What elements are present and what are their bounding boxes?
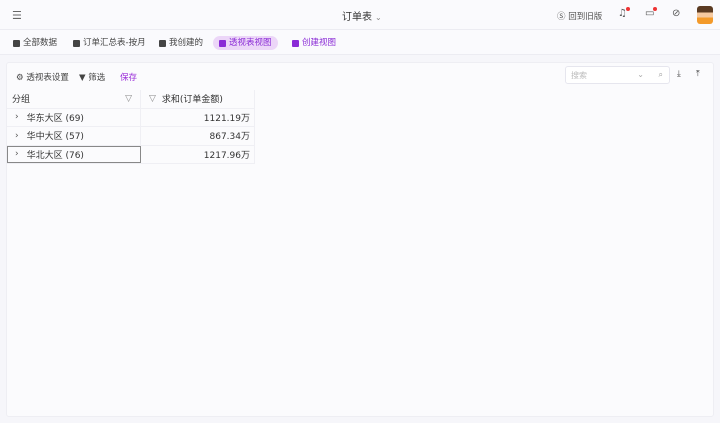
group-cell: › 华北大区 (76) bbox=[7, 145, 141, 163]
chevron-right-icon[interactable]: › bbox=[15, 131, 19, 141]
gear-icon: ⚙ bbox=[16, 73, 24, 83]
save-button[interactable]: 保存 bbox=[120, 71, 137, 83]
grid-icon bbox=[13, 39, 20, 47]
tab-label: 订单汇总表-按月 bbox=[83, 38, 146, 48]
table-row[interactable]: › 华北大区 (76) 1217.96万 bbox=[7, 145, 255, 164]
search-input[interactable]: 搜索 ⌄ ⌕ bbox=[565, 66, 670, 84]
list-icon bbox=[159, 39, 166, 47]
pivot-panel: ⚙ 透视表设置 ▼ 筛选 保存 搜索 ⌄ ⌕ ⤓ ⤒ 分组 ▽ ▽ 求和(订单金额) ›… bbox=[6, 62, 714, 417]
pivot-icon bbox=[219, 39, 226, 47]
pivot-table: 分组 ▽ ▽ 求和(订单金额) › 华东大区 (69) 1121.19万 › 华中大区 … bbox=[7, 90, 255, 164]
plus-icon bbox=[292, 39, 299, 47]
group-label: 华北大区 (76) bbox=[26, 150, 84, 161]
table-header: 分组 ▽ ▽ 求和(订单金额) bbox=[7, 90, 255, 109]
chevron-down-icon: ⌄ bbox=[375, 13, 382, 22]
menu-icon[interactable]: ☰ bbox=[12, 9, 22, 22]
tab-label: 透视表视图 bbox=[229, 38, 272, 48]
tab-monthly-summary[interactable]: 订单汇总表-按月 bbox=[73, 36, 146, 50]
bell-icon[interactable]: ♫ bbox=[618, 7, 630, 19]
download-icon[interactable]: ⤓ bbox=[677, 69, 681, 79]
avatar[interactable] bbox=[697, 6, 713, 24]
chevron-right-icon[interactable]: › bbox=[15, 112, 19, 122]
tab-label: 创建视图 bbox=[302, 38, 337, 48]
filter-icon: ▼ bbox=[79, 73, 86, 83]
value-cell: 1121.19万 bbox=[141, 108, 255, 126]
top-bar: ☰ 订单表 ⌄ Ⓢ 回到旧版 ♫ ▭ ⊘ bbox=[0, 0, 720, 30]
group-cell: › 华东大区 (69) bbox=[7, 108, 141, 126]
group-label: 华东大区 (69) bbox=[26, 113, 84, 124]
filter-icon[interactable]: ▽ bbox=[125, 94, 132, 104]
tab-all-data[interactable]: 全部数据 bbox=[13, 36, 57, 50]
back-old-version-button[interactable]: Ⓢ 回到旧版 bbox=[557, 10, 602, 22]
filter-button[interactable]: ▼ 筛选 bbox=[79, 71, 105, 83]
group-header: 分组 ▽ bbox=[7, 90, 141, 108]
table-row[interactable]: › 华东大区 (69) 1121.19万 bbox=[7, 108, 255, 127]
settings-label: 透视表设置 bbox=[26, 73, 69, 83]
chevron-down-icon: ⌄ bbox=[637, 70, 644, 79]
tab-my-created[interactable]: 我创建的 bbox=[159, 36, 203, 50]
group-cell: › 华中大区 (57) bbox=[7, 127, 141, 145]
image-icon bbox=[73, 39, 80, 47]
history-icon: Ⓢ bbox=[557, 12, 566, 22]
compass-icon[interactable]: ⊘ bbox=[672, 8, 680, 19]
tab-label: 我创建的 bbox=[169, 38, 204, 48]
filter-icon[interactable]: ▽ bbox=[149, 94, 156, 104]
filter-label: 筛选 bbox=[88, 73, 106, 83]
view-tabs: 全部数据 订单汇总表-按月 我创建的 透视表视图 创建视图 bbox=[0, 30, 720, 55]
upload-icon[interactable]: ⤒ bbox=[696, 69, 700, 79]
tab-label: 全部数据 bbox=[23, 38, 58, 48]
pivot-settings-button[interactable]: ⚙ 透视表设置 bbox=[16, 71, 69, 83]
table-row[interactable]: › 华中大区 (57) 867.34万 bbox=[7, 127, 255, 146]
create-view-button[interactable]: 创建视图 bbox=[292, 36, 336, 50]
table-title[interactable]: 订单表 ⌄ bbox=[342, 8, 382, 23]
header-label: 分组 bbox=[12, 95, 31, 106]
search-icon: ⌕ bbox=[658, 70, 663, 79]
value-cell: 867.34万 bbox=[141, 127, 255, 145]
chevron-right-icon[interactable]: › bbox=[15, 149, 19, 159]
back-old-label: 回到旧版 bbox=[568, 12, 603, 22]
tab-pivot-view[interactable]: 透视表视图 bbox=[213, 36, 278, 50]
header-label: 求和(订单金额) bbox=[161, 95, 223, 106]
sum-header: ▽ 求和(订单金额) bbox=[141, 90, 255, 108]
search-placeholder: 搜索 bbox=[571, 71, 587, 80]
value-cell: 1217.96万 bbox=[141, 145, 255, 163]
title-text: 订单表 bbox=[342, 12, 372, 23]
group-label: 华中大区 (57) bbox=[26, 132, 84, 143]
inbox-icon[interactable]: ▭ bbox=[645, 7, 658, 19]
